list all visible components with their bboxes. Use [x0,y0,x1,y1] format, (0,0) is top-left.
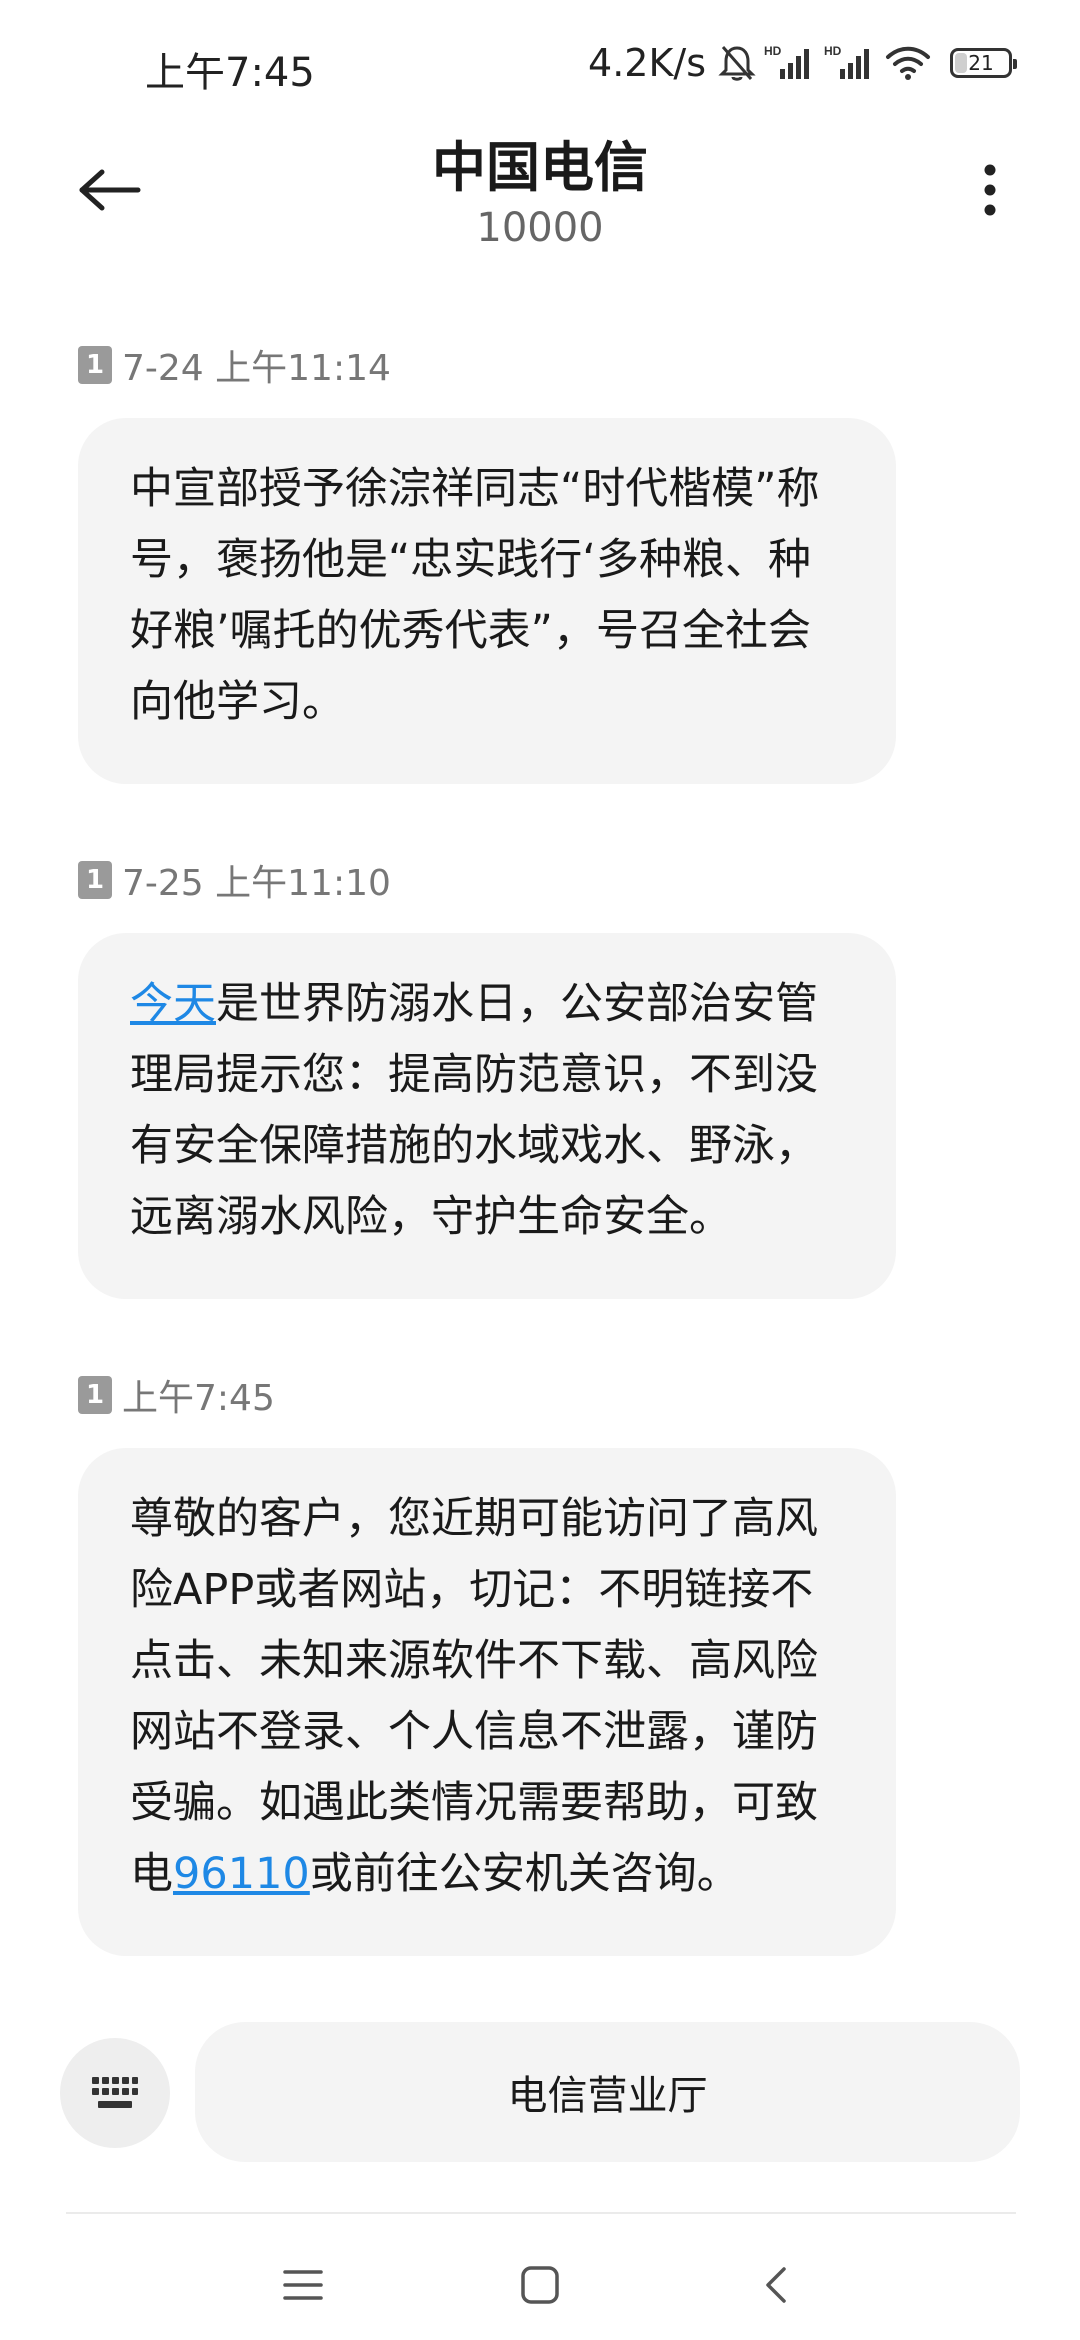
mute-bell-icon [718,43,756,83]
message-bubble[interactable]: 尊敬的客户，您近期可能访问了高风险APP或者网站，切记：不明链接不点击、未知来源… [78,1448,896,1956]
battery-icon: 21 [950,48,1017,78]
message-meta: 1 7-25 上午11:10 [78,855,898,905]
keyboard-icon [92,2077,138,2108]
back-button[interactable] [70,150,150,230]
sim-badge-icon: 1 [78,861,112,899]
wifi-icon [884,43,932,83]
divider [66,2212,1016,2214]
message-timestamp: 7-25 上午11:10 [122,863,391,904]
title-block: 中国电信 10000 [240,136,840,251]
message-meta: 1 上午7:45 [78,1370,898,1420]
more-options-button[interactable] [960,150,1020,230]
contact-number: 10000 [476,204,604,251]
system-nav-bar [0,2230,1080,2340]
more-vertical-icon [984,164,996,216]
phone-link[interactable]: 96110 [173,1849,310,1899]
message-item: 1 7-25 上午11:10 今天是世界防溺水日，公安部治安管理局提示您：提高防… [78,855,898,1299]
message-text: 中宣部授予徐淙祥同志“时代楷模”称号，褒扬他是“忠实践行‘多种粮、种好粮’嘱托的… [130,464,820,727]
arrow-left-icon [79,169,141,211]
hd-label: HD [764,44,782,58]
status-bar: 上午7:45 4.2K/s HD HD 21 [0,0,1080,130]
conversation-header: 中国电信 10000 [0,130,1080,280]
menu-icon [283,2270,323,2300]
date-link[interactable]: 今天 [130,979,216,1029]
status-icons: 4.2K/s HD HD 21 [588,38,1017,88]
contact-name: 中国电信 [432,136,648,199]
back-nav-button[interactable] [737,2250,817,2320]
message-bubble[interactable]: 今天是世界防溺水日，公安部治安管理局提示您：提高防范意识，不到没有安全保障措施的… [78,933,896,1299]
battery-level: 21 [968,51,994,75]
message-timestamp: 7-24 上午11:14 [122,348,391,389]
sim-badge-icon: 1 [78,1376,112,1414]
home-button[interactable] [500,2250,580,2320]
keyboard-button[interactable] [60,2038,170,2148]
hd-signal-icon: HD [824,43,876,83]
recents-button[interactable] [263,2250,343,2320]
message-text: 尊敬的客户，您近期可能访问了高风险APP或者网站，切记：不明链接不点击、未知来源… [130,1494,818,1899]
back-chevron-icon [766,2267,786,2303]
message-meta: 1 7-24 上午11:14 [78,340,898,390]
quick-reply-button[interactable]: 电信营业厅 [195,2022,1020,2162]
home-square-icon [521,2266,559,2304]
hd-signal-icon: HD [764,43,816,83]
network-speed: 4.2K/s [588,41,706,85]
status-time: 上午7:45 [145,50,315,96]
quick-reply-label: 电信营业厅 [507,2073,708,2119]
message-timestamp: 上午7:45 [122,1378,275,1419]
sim-badge-icon: 1 [78,346,112,384]
message-item: 1 7-24 上午11:14 中宣部授予徐淙祥同志“时代楷模”称号，褒扬他是“忠… [78,340,898,784]
hd-label: HD [824,44,842,58]
message-text: 是世界防溺水日，公安部治安管理局提示您：提高防范意识，不到没有安全保障措施的水域… [130,979,818,1242]
message-bubble[interactable]: 中宣部授予徐淙祥同志“时代楷模”称号，褒扬他是“忠实践行‘多种粮、种好粮’嘱托的… [78,418,896,784]
message-text: 或前往公安机关咨询。 [309,1849,740,1899]
message-item: 1 上午7:45 尊敬的客户，您近期可能访问了高风险APP或者网站，切记：不明链… [78,1370,898,1956]
